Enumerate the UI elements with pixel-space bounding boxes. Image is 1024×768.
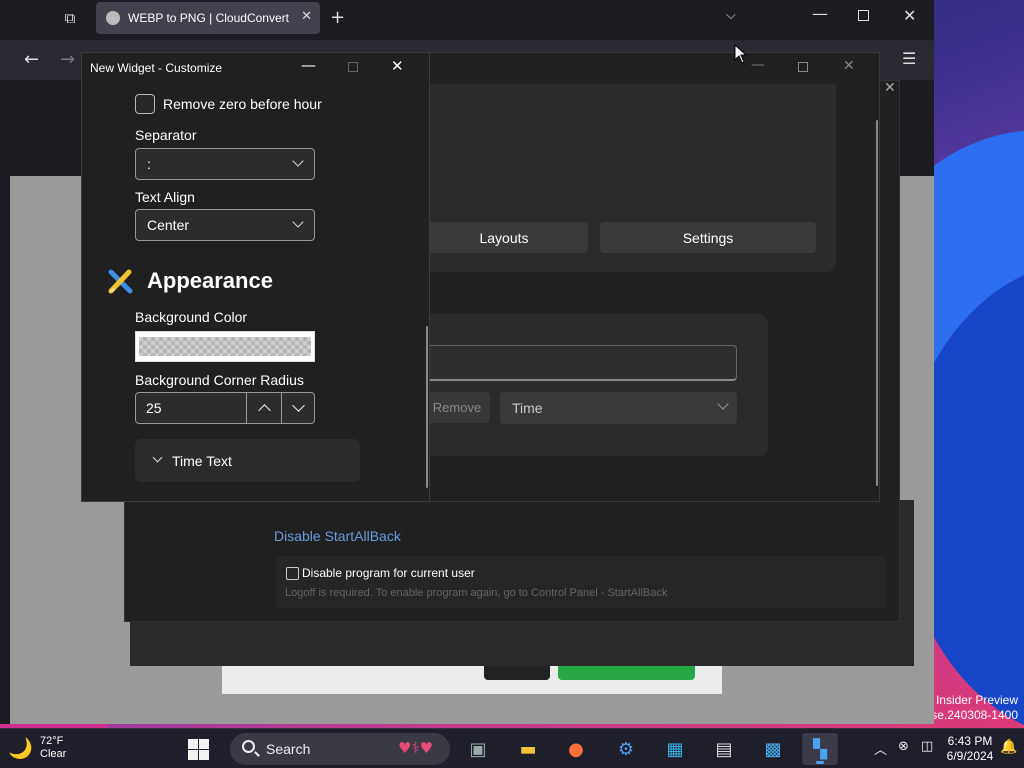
clock-time: 6:43 PM — [947, 734, 993, 748]
widget-type-select[interactable]: Time — [500, 392, 737, 424]
hamburger-menu-icon[interactable]: ☰ — [902, 49, 916, 68]
chevron-down-icon — [717, 398, 729, 410]
cloudconvert-favicon-icon — [106, 11, 120, 25]
tab-bar: ⧉ WEBP to PNG | CloudConvert ✕ + ⌵ — ✕ — [0, 0, 934, 36]
notebook-app-icon[interactable]: ▤ — [706, 733, 742, 765]
list-all-tabs-chevron-icon[interactable]: ⌵ — [726, 8, 736, 23]
file-explorer-icon[interactable]: ▬ — [510, 733, 546, 765]
background-color-picker[interactable] — [135, 331, 315, 362]
appearance-heading: Appearance — [147, 268, 273, 293]
logoff-hint: Logoff is required. To enable program ag… — [285, 587, 668, 599]
chevron-up-icon — [257, 404, 271, 417]
clock-date: 6/9/2024 — [946, 749, 994, 763]
widget-maximize-button[interactable] — [798, 62, 808, 72]
watermark-line: p Insider Preview — [925, 693, 1018, 707]
widget-text-input[interactable] — [418, 345, 737, 381]
dialog-maximize-button[interactable] — [348, 62, 358, 72]
tab-close-icon[interactable]: ✕ — [301, 9, 312, 24]
monitor-app-icon[interactable]: ▦ — [657, 733, 693, 765]
watermark-line: ase.240308-1400 — [924, 708, 1018, 722]
transparent-swatch — [139, 337, 311, 356]
time-text-expander[interactable]: Time Text — [135, 439, 360, 482]
paintbrush-pencil-icon — [108, 269, 133, 294]
remove-button[interactable]: Remove — [424, 392, 490, 423]
corner-radius-value: 25 — [146, 400, 162, 416]
network-icon[interactable]: ⊗ — [898, 739, 909, 754]
dialog-title: New Widget - Customize — [90, 61, 223, 75]
taskbar-search-box[interactable]: Search ♥⚕♥ — [230, 733, 450, 765]
weather-condition: Clear — [40, 748, 67, 760]
dialog-minimize-button[interactable]: — — [301, 56, 316, 74]
disable-option-card — [276, 556, 886, 608]
windows-start-icon[interactable] — [188, 739, 209, 760]
browser-tab[interactable]: WEBP to PNG | CloudConvert ✕ — [96, 2, 320, 34]
text-align-dropdown[interactable]: Center — [135, 209, 315, 241]
search-label: Search — [266, 741, 311, 757]
windows-watermark: p Insider Preview ase.240308-1400 — [925, 693, 1018, 723]
dialog-close-button[interactable]: ✕ — [391, 57, 404, 75]
separator-value: : — [147, 156, 151, 172]
dialog-scrollbar[interactable] — [426, 326, 428, 488]
temperature: 72°F — [40, 735, 64, 747]
browser-minimize-button[interactable]: — — [812, 4, 828, 23]
startallback-close-icon[interactable]: ✕ — [884, 80, 896, 96]
layouts-button[interactable]: Layouts — [420, 222, 588, 253]
new-tab-button[interactable]: + — [330, 7, 345, 28]
forward-arrow-icon[interactable]: → — [60, 49, 75, 70]
search-highlight-icon: ♥⚕♥ — [398, 739, 434, 757]
decrement-button[interactable] — [281, 393, 315, 423]
browser-maximize-button[interactable] — [858, 10, 869, 21]
settings-gear-icon[interactable]: ⚙ — [608, 733, 644, 765]
search-icon — [242, 740, 255, 753]
active-indicator — [816, 761, 824, 764]
chevron-down-icon — [152, 452, 163, 463]
tab-title: WEBP to PNG | CloudConvert — [128, 11, 289, 25]
widget-scrollbar[interactable] — [876, 120, 878, 486]
widget-items-card — [418, 314, 768, 456]
chevron-down-icon — [292, 399, 305, 412]
page-convert-button[interactable] — [558, 664, 695, 680]
widget-minimize-button[interactable]: — — [751, 57, 765, 73]
widget-type-value: Time — [512, 400, 543, 416]
chevron-down-icon — [292, 155, 304, 167]
increment-button[interactable] — [246, 393, 281, 423]
microsoft-store-icon[interactable]: ▩ — [755, 733, 791, 765]
corner-radius-label: Background Corner Radius — [135, 372, 304, 388]
mouse-cursor-icon — [734, 44, 748, 64]
widget-close-button[interactable]: ✕ — [843, 58, 855, 74]
separator-dropdown[interactable]: : — [135, 148, 315, 180]
task-view-icon[interactable]: ▣ — [460, 733, 496, 765]
background-color-label: Background Color — [135, 309, 248, 325]
tray-overflow-chevron-icon[interactable]: ︿ — [874, 739, 887, 758]
widget-app-icon[interactable]: ▚ — [802, 733, 838, 765]
clock[interactable]: 6:43 PM 6/9/2024 — [944, 734, 996, 764]
text-align-value: Center — [147, 217, 190, 233]
page-dark-button[interactable] — [484, 664, 550, 680]
weather-widget[interactable]: 72°F Clear — [40, 735, 66, 761]
moon-weather-icon[interactable]: 🌙 — [8, 736, 33, 760]
settings-button[interactable]: Settings — [600, 222, 816, 253]
time-text-label: Time Text — [172, 453, 232, 469]
disable-program-label: Disable program for current user — [302, 566, 475, 580]
corner-radius-number-box[interactable]: 25 — [135, 392, 315, 424]
separator-label: Separator — [135, 127, 197, 143]
remove-zero-label: Remove zero before hour — [163, 96, 322, 112]
chevron-down-icon — [292, 216, 304, 228]
back-arrow-icon[interactable]: ← — [24, 49, 39, 70]
volume-icon[interactable]: ◫ — [921, 739, 933, 754]
notification-bell-icon[interactable]: 🔔 — [1000, 739, 1017, 755]
firefox-icon[interactable]: ● — [558, 733, 594, 765]
tab-list-button[interactable]: ⧉ — [58, 6, 82, 30]
disable-startallback-link[interactable]: Disable StartAllBack — [274, 528, 401, 544]
remove-zero-checkbox[interactable] — [135, 94, 155, 114]
text-align-label: Text Align — [135, 189, 195, 205]
browser-close-button[interactable]: ✕ — [903, 6, 916, 25]
taskbar: 🌙 72°F Clear Search ♥⚕♥ ▣ ▬ ● ⚙ ▦ ▤ ▩ ▚ … — [0, 728, 1024, 768]
disable-program-checkbox[interactable] — [286, 567, 299, 580]
